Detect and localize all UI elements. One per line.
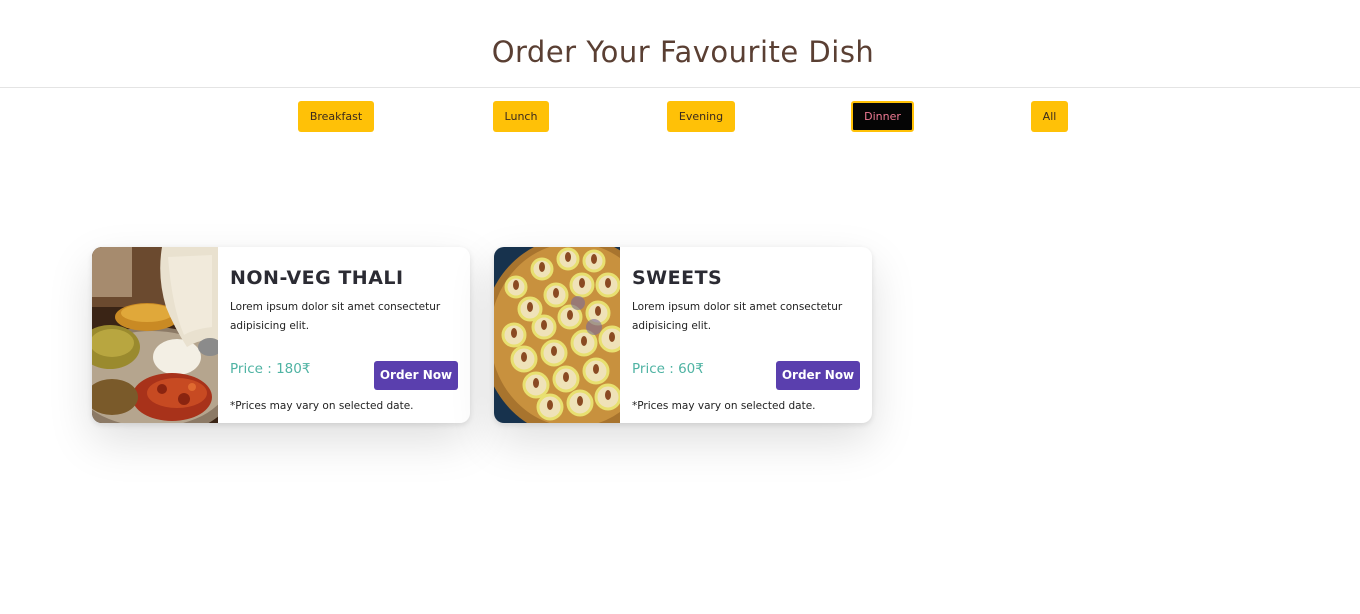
filter-all-button[interactable]: All xyxy=(1031,101,1068,132)
filter-dinner-button[interactable]: Dinner xyxy=(851,101,914,132)
order-now-button[interactable]: Order Now xyxy=(374,361,458,390)
filter-evening-button[interactable]: Evening xyxy=(667,101,735,132)
sweets-image xyxy=(494,247,620,423)
non-veg-thali-image xyxy=(92,247,218,423)
dish-price: Price : 60₹ xyxy=(632,361,704,377)
dish-description: Lorem ipsum dolor sit amet consectetur a… xyxy=(632,301,843,332)
filter-lunch-button[interactable]: Lunch xyxy=(493,101,549,132)
page-header: Order Your Favourite Dish xyxy=(0,0,1360,88)
page-title: Order Your Favourite Dish xyxy=(491,35,875,69)
dish-description: Lorem ipsum dolor sit amet consectetur a… xyxy=(230,301,441,332)
price-note: *Prices may vary on selected date. xyxy=(632,400,816,412)
filter-breakfast-button[interactable]: Breakfast xyxy=(298,101,374,132)
dish-price: Price : 180₹ xyxy=(230,361,311,377)
dish-card-non-veg-thali: NON-VEG THALI Lorem ipsum dolor sit amet… xyxy=(92,247,470,423)
price-note: *Prices may vary on selected date. xyxy=(230,400,414,412)
dish-title: SWEETS xyxy=(632,267,723,289)
dish-card-sweets: SWEETS Lorem ipsum dolor sit amet consec… xyxy=(494,247,872,423)
dish-title: NON-VEG THALI xyxy=(230,267,404,289)
order-now-button[interactable]: Order Now xyxy=(776,361,860,390)
